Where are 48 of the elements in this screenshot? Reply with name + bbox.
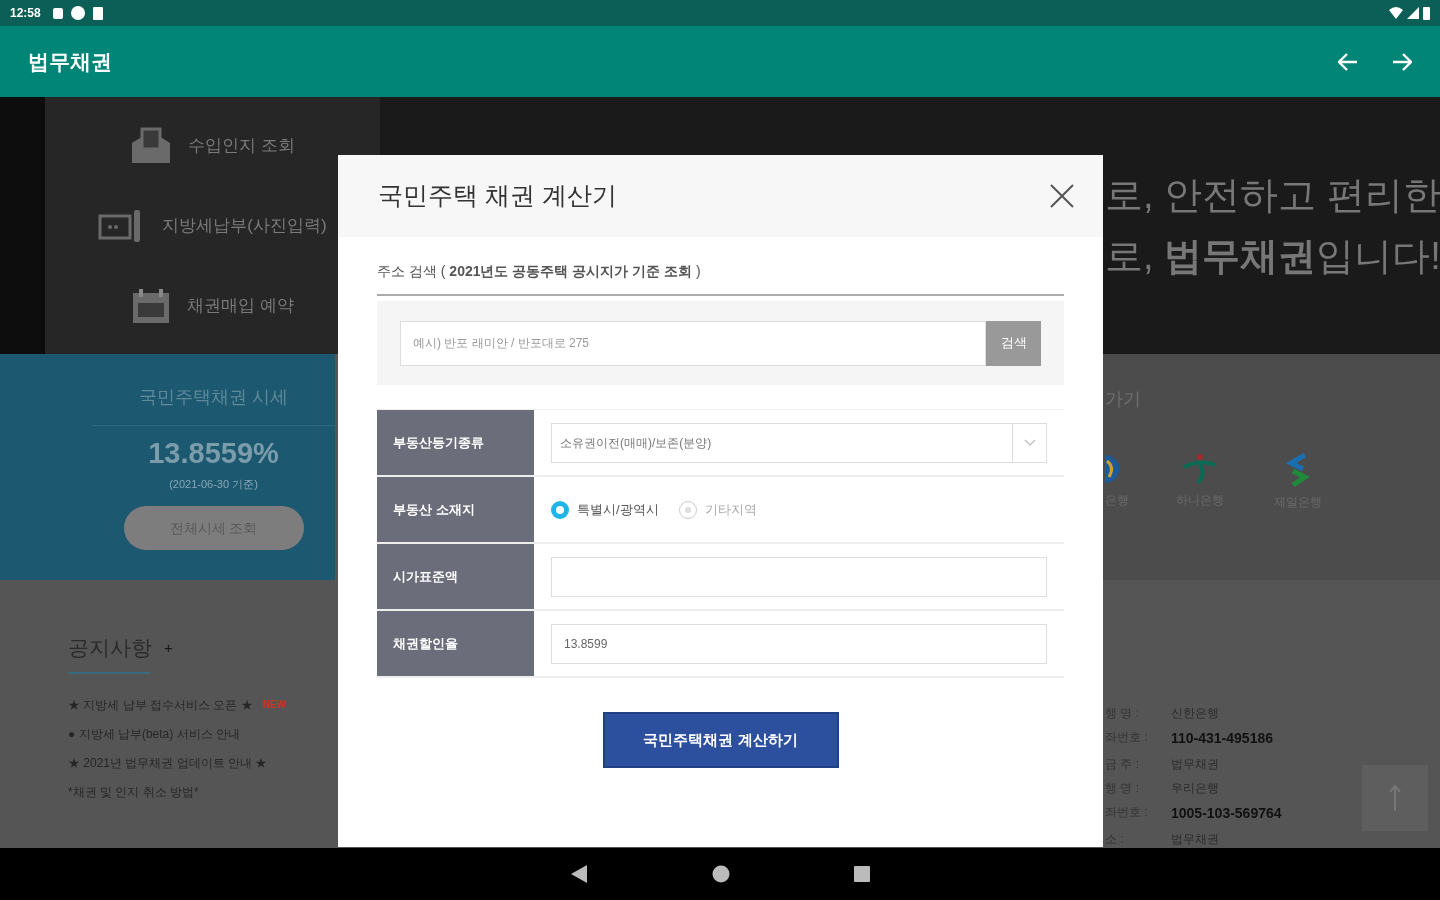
rate-date: (2021-06-30 기준) bbox=[169, 476, 258, 492]
account-value: 110-431-495186 bbox=[1171, 729, 1273, 749]
wifi-icon bbox=[1389, 7, 1403, 20]
calculate-button[interactable]: 국민주택채권 계산하기 bbox=[602, 712, 839, 768]
menu-link[interactable]: 지방세납부(사진입력) bbox=[162, 213, 327, 239]
home-icon[interactable] bbox=[712, 865, 730, 884]
menu-link[interactable]: 수입인지 조회 bbox=[188, 133, 295, 159]
row-label: 부동산 소재지 bbox=[377, 477, 534, 542]
hero-slogan: 로, 법무채권입니다! bbox=[1105, 234, 1440, 280]
close-icon bbox=[1050, 184, 1074, 208]
notification-icon bbox=[70, 6, 85, 21]
row-label: 시가표준액 bbox=[377, 544, 534, 609]
battery-icon bbox=[1423, 6, 1430, 20]
back-icon[interactable] bbox=[570, 864, 588, 885]
row-label: 채권할인율 bbox=[377, 611, 534, 676]
arrow-up-icon bbox=[1389, 785, 1401, 812]
address-search-field[interactable]: 예시) 반포 래미안 / 반포대로 275 bbox=[400, 320, 986, 366]
notification-icon bbox=[52, 7, 63, 19]
chevron-down-icon bbox=[1023, 439, 1036, 446]
radio-label: 특별시/광역시 bbox=[577, 500, 659, 519]
radio-label: 기타지역 bbox=[704, 500, 757, 519]
rate-value: 13.8559% bbox=[148, 436, 279, 472]
signal-icon bbox=[1407, 7, 1419, 20]
recents-icon[interactable] bbox=[854, 866, 870, 883]
arrow-right-icon bbox=[1392, 52, 1412, 71]
account-value: 1005-103-569764 bbox=[1171, 804, 1282, 824]
new-label: NEW bbox=[262, 698, 286, 713]
person-icon bbox=[1182, 453, 1218, 486]
menu-link[interactable]: 채권매입 예약 bbox=[187, 293, 294, 319]
radio-button[interactable] bbox=[678, 500, 697, 519]
amount-input[interactable]: 13.8599 bbox=[551, 623, 1047, 664]
sd-card-icon bbox=[92, 6, 103, 20]
hero-slogan: 로, 안전하고 편리한 bbox=[1105, 173, 1440, 219]
arrow-left-icon bbox=[1338, 52, 1358, 71]
dialog-title: 국민주택 채권 계산기 bbox=[378, 180, 617, 212]
radio-button[interactable] bbox=[551, 500, 569, 519]
clock: 12:58 bbox=[10, 5, 41, 23]
envelope-icon bbox=[130, 126, 173, 165]
registration-type-select[interactable]: 소유권이전(매매)/보존(분양) bbox=[551, 422, 1047, 463]
stripes-icon bbox=[1285, 453, 1311, 488]
search-label: 주소 검색 ( 2021년도 공동주택 공시지가 기준 조회 ) bbox=[377, 262, 702, 281]
panel-title: 국민주택채권 시세 bbox=[139, 386, 288, 410]
amount-input[interactable] bbox=[551, 556, 1047, 597]
calendar-icon bbox=[131, 286, 172, 325]
row-label: 부동산등기종류 bbox=[377, 410, 534, 475]
more-button[interactable]: + bbox=[164, 636, 173, 660]
search-button[interactable]: 검색 bbox=[986, 320, 1041, 366]
app-title: 법무채권 bbox=[28, 49, 112, 76]
